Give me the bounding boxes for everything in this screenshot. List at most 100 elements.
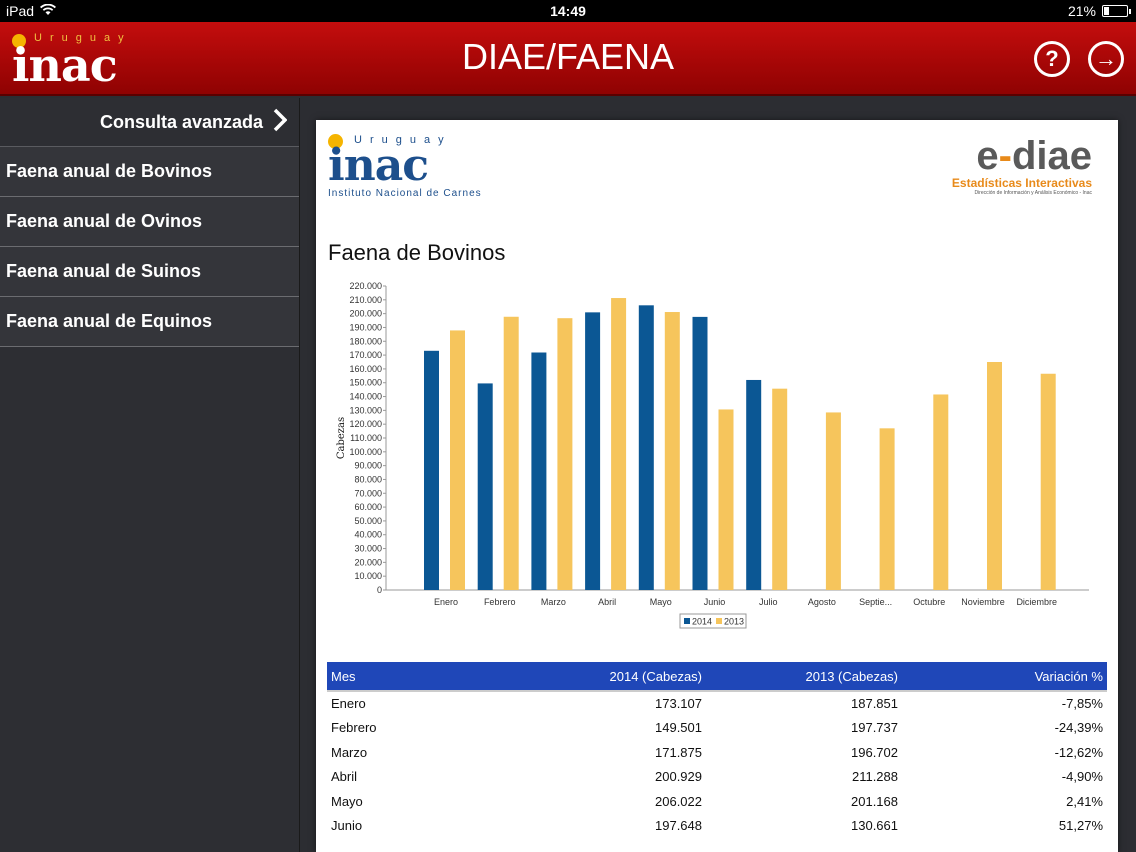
cell-month: Marzo <box>331 744 368 760</box>
y-axis-label: Cabezas <box>336 417 347 459</box>
sidebar-item-bovinos[interactable]: Faena anual de Bovinos <box>0 147 299 197</box>
inac-report-logo: Uruguay inac Instituto Nacional de Carne… <box>328 132 481 202</box>
help-icon: ? <box>1045 46 1059 71</box>
sidebar-item-equinos[interactable]: Faena anual de Equinos <box>0 297 299 347</box>
bar-2014-abril <box>585 312 601 590</box>
bar-2013-enero <box>450 330 465 590</box>
page-title: DIAE/FAENA <box>461 36 675 77</box>
y-tick-label: 170.000 <box>349 350 382 360</box>
battery-fill <box>1104 7 1109 15</box>
cell-2013: 211.288 <box>851 769 898 785</box>
bar-chart: 0 10.000 20.000 30.000 40.000 50.000 60.000 70.… <box>336 281 1089 629</box>
y-tick-label: 190.000 <box>349 322 382 332</box>
bar-2013-diciembre <box>1040 373 1056 590</box>
cell-2014: 197.648 <box>655 818 702 834</box>
bar-2013-julio <box>772 388 788 590</box>
bar-2014-junio <box>692 316 708 590</box>
clock: 14:49 <box>550 3 586 19</box>
table-row: Abril 200.929 211.288 -4,90% <box>327 765 1107 790</box>
cell-month: Junio <box>331 818 363 834</box>
bar-2014-febrero <box>477 383 493 590</box>
y-tick-label: 90.000 <box>354 461 382 471</box>
x-tick-label: Diciembre <box>1016 597 1057 607</box>
ediae-subtitle: Dirección de Información y Análisis Econ… <box>974 190 1092 196</box>
y-tick-label: 160.000 <box>349 364 382 374</box>
y-tick-label: 100.000 <box>349 447 382 457</box>
ediae-word: diae <box>1011 134 1092 178</box>
cell-2014: 200.929 <box>655 769 702 785</box>
y-tick-label: 50.000 <box>354 516 382 526</box>
bar-2014-julio <box>746 379 762 590</box>
help-button[interactable]: ? <box>1034 41 1070 77</box>
logo-subtitle: Instituto Nacional de Carnes <box>328 188 482 199</box>
data-table: Mes 2014 (Cabezas) 2013 (Cabezas) Variac… <box>327 662 1107 838</box>
legend-label-2014: 2014 <box>692 617 712 627</box>
y-tick-label: 180.000 <box>349 336 382 346</box>
ediae-tagline: Estadísticas Interactivas <box>951 176 1092 190</box>
x-tick-label: Junio <box>704 597 726 607</box>
cell-2014: 206.022 <box>655 793 702 809</box>
cell-2013: 197.737 <box>851 720 898 736</box>
bar-2013-mayo <box>664 312 680 590</box>
advanced-query-button[interactable]: Consulta avanzada <box>0 98 299 147</box>
col-header-variation: Variación % <box>912 662 1107 692</box>
y-tick-label: 70.000 <box>354 488 382 498</box>
y-tick-label: 60.000 <box>354 502 382 512</box>
battery-percent: 21% <box>1067 3 1096 19</box>
chart-title: Faena de Bovinos <box>328 240 506 265</box>
table-header-row: Mes 2014 (Cabezas) 2013 (Cabezas) Variac… <box>327 662 1107 692</box>
bar-2013-febrero <box>503 316 519 590</box>
x-tick-label: Septie... <box>859 597 892 607</box>
sidebar-item-ovinos[interactable]: Faena anual de Ovinos <box>0 197 299 247</box>
report-panel[interactable]: Uruguay inac Instituto Nacional de Carne… <box>316 120 1118 852</box>
bar-2014-marzo <box>531 352 547 590</box>
ediae-logo: e-diae Estadísticas Interactivas Direcci… <box>942 136 1092 196</box>
table-row: Enero 173.107 187.851 -7,85% <box>327 691 1107 716</box>
cell-month: Enero <box>331 696 366 712</box>
cell-variation: 2,41% <box>1066 793 1103 809</box>
y-tick-label: 200.000 <box>349 309 382 319</box>
sidebar-item-suinos[interactable]: Faena anual de Suinos <box>0 247 299 297</box>
legend-swatch-2013 <box>716 618 722 624</box>
chevron-right-icon <box>273 108 288 137</box>
advanced-query-label: Consulta avanzada <box>99 111 263 132</box>
x-tick-label: Marzo <box>541 597 566 607</box>
y-tick-label: 110.000 <box>350 433 382 443</box>
legend-label-2013: 2013 <box>724 617 744 627</box>
y-tick-label: 30.000 <box>354 544 382 554</box>
legend-swatch-2014 <box>684 618 690 624</box>
cell-variation: -4,90% <box>1061 769 1103 785</box>
x-tick-label: Octubre <box>913 597 945 607</box>
bar-2013-noviembre <box>987 362 1002 590</box>
y-tick-label: 220.000 <box>349 281 382 291</box>
cell-2013: 196.702 <box>851 744 898 760</box>
table-row: Marzo 171.875 196.702 -12,62% <box>327 740 1107 765</box>
col-header-month: Mes <box>327 662 457 692</box>
y-tick-label: 0 <box>377 585 382 595</box>
ediae-dash: - <box>998 134 1012 178</box>
sidebar-item-label: Faena anual de Ovinos <box>6 211 203 231</box>
cell-2013: 201.168 <box>851 793 898 809</box>
app-header: Uruguay inac DIAE/FAENA ? → <box>0 22 1136 96</box>
y-tick-label: 150.000 <box>349 378 382 388</box>
ediae-e: e <box>976 134 999 178</box>
cell-variation: -12,62% <box>1054 744 1103 760</box>
table-row: Junio 197.648 130.661 51,27% <box>327 814 1107 839</box>
y-tick-label: 210.000 <box>349 295 382 305</box>
sidebar: Consulta avanzada Faena anual de Bovinos… <box>0 98 300 852</box>
x-tick-label: Abril <box>598 597 616 607</box>
x-tick-label: Agosto <box>808 597 836 607</box>
bar-2014-enero <box>424 350 439 590</box>
x-tick-label: Febrero <box>484 597 516 607</box>
logo-word: inac <box>328 140 429 191</box>
battery-icon <box>1102 5 1131 17</box>
cell-variation: -7,85% <box>1061 696 1103 712</box>
x-tick-label: Enero <box>434 597 458 607</box>
x-tick-label: Julio <box>759 597 778 607</box>
status-bar: iPad 14:49 21% <box>0 0 1136 22</box>
y-tick-label: 140.000 <box>349 392 382 402</box>
next-button[interactable]: → <box>1088 41 1124 77</box>
cell-variation: -24,39% <box>1054 720 1103 736</box>
cell-2013: 130.661 <box>851 818 898 834</box>
cell-variation: 51,27% <box>1058 818 1103 834</box>
